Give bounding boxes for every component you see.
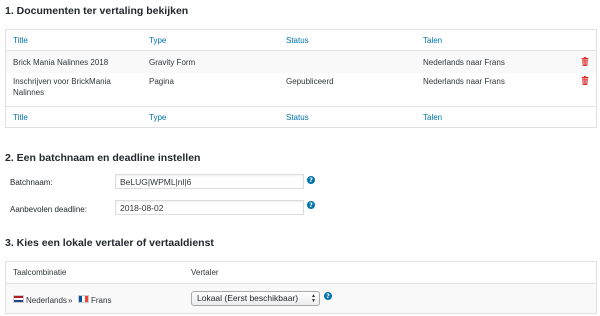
deadline-input[interactable]	[115, 200, 304, 215]
translator-header: Vertaler	[191, 268, 219, 277]
document-status: Gepubliceerd	[286, 77, 334, 86]
column-languages-footer[interactable]: Talen	[423, 113, 442, 122]
help-icon[interactable]: ?	[307, 176, 315, 184]
flag-netherlands-icon	[13, 295, 24, 303]
flag-france-icon	[78, 295, 89, 303]
help-icon[interactable]: ?	[307, 201, 315, 209]
column-type-header[interactable]: Type	[149, 36, 166, 45]
translator-select[interactable]: Lokaal (Eerst beschikbaar) ▲ ▼	[191, 291, 320, 306]
section-1-title: 1. Documenten ter vertaling bekijken	[5, 5, 189, 17]
language-pair-header: Taalcombinatie	[13, 268, 67, 277]
table-row: Nederlands » Frans Lokaal (Eerst beschik…	[6, 284, 596, 313]
section-3-title: 3. Kies een lokale vertaler of vertaaldi…	[5, 237, 214, 249]
document-languages: Nederlands naar Frans	[423, 58, 505, 67]
trash-icon[interactable]	[581, 76, 589, 85]
column-type-footer[interactable]: Type	[149, 113, 166, 122]
trash-icon[interactable]	[581, 57, 589, 66]
target-language: Frans	[91, 296, 112, 305]
translator-table: Taalcombinatie Vertaler Nederlands » Fra…	[5, 261, 597, 314]
column-status-header[interactable]: Status	[286, 36, 309, 45]
table-header: Title Type Status Talen	[6, 30, 596, 51]
source-language: Nederlands	[26, 296, 67, 305]
deadline-label: Aanbevolen deadline:	[10, 205, 87, 214]
batch-name-input[interactable]	[115, 174, 304, 189]
table-footer: Title Type Status Talen	[6, 106, 596, 127]
table-header: Taalcombinatie Vertaler	[6, 262, 596, 284]
language-separator: »	[68, 296, 73, 305]
document-title: Inschrijven voor BrickMania Nalinnes	[13, 77, 111, 97]
help-icon[interactable]: ?	[324, 292, 332, 300]
document-title: Brick Mania Nalinnes 2018	[13, 58, 109, 67]
documents-table: Title Type Status Talen Brick Mania Nali…	[5, 29, 597, 128]
column-title-header[interactable]: Title	[13, 36, 28, 45]
select-arrows-icon: ▲ ▼	[311, 293, 316, 304]
batch-name-label: Batchnaam:	[10, 178, 53, 187]
table-row: Brick Mania Nalinnes 2018 Gravity Form N…	[6, 51, 596, 73]
column-languages-header[interactable]: Talen	[423, 36, 442, 45]
column-status-footer[interactable]: Status	[286, 113, 309, 122]
document-languages: Nederlands naar Frans	[423, 77, 505, 86]
table-row: Inschrijven voor BrickMania Nalinnes Pag…	[6, 73, 596, 107]
column-title-footer[interactable]: Title	[13, 113, 28, 122]
document-type: Pagina	[149, 77, 174, 86]
section-2-title: 2. Een batchnaam en deadline instellen	[5, 152, 201, 164]
translator-select-value: Lokaal (Eerst beschikbaar)	[197, 293, 299, 303]
document-type: Gravity Form	[149, 58, 196, 67]
